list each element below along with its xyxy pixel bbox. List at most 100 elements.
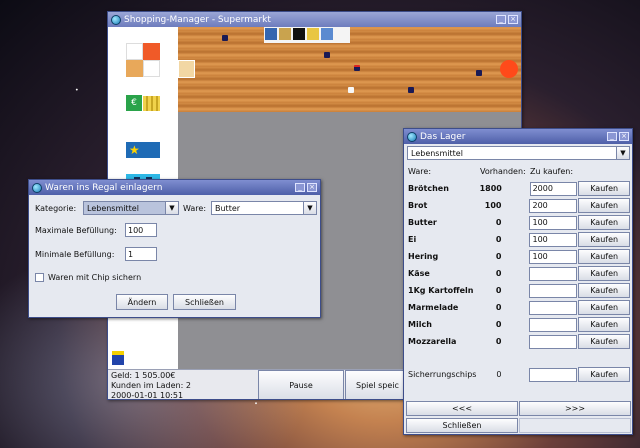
lager-item-row: Butter 0 100 Kaufen <box>408 214 630 231</box>
chips-buy-button[interactable]: Kaufen <box>578 367 630 382</box>
customer-sprite <box>354 65 360 71</box>
close-icon[interactable]: × <box>508 15 518 24</box>
lager-item-row: Ei 0 100 Kaufen <box>408 231 630 248</box>
chips-name: Sicherrungschips <box>408 370 477 379</box>
chips-have: 0 <box>496 370 502 379</box>
pause-button[interactable]: Pause <box>258 370 344 399</box>
lager-title: Das Lager <box>420 131 466 142</box>
item-buy-input[interactable]: 100 <box>529 249 578 264</box>
item-name: Mozzarella <box>408 337 457 346</box>
item-buy-button[interactable]: Kaufen <box>578 249 630 264</box>
item-buy-input[interactable] <box>529 300 578 315</box>
item-have: 0 <box>495 252 502 261</box>
customer-icon <box>112 351 124 365</box>
item-name: Ei <box>408 235 417 244</box>
chips-buy-input[interactable] <box>529 367 578 382</box>
empty-slot <box>519 418 631 433</box>
store-floor[interactable] <box>178 27 521 112</box>
shelf-tool-1[interactable] <box>126 43 160 77</box>
item-buy-button[interactable]: Kaufen <box>578 181 630 196</box>
minimize-icon[interactable]: _ <box>607 132 617 141</box>
lager-category-select[interactable]: Lebensmittel ▼ <box>407 146 630 160</box>
item-buy-input[interactable]: 100 <box>529 232 578 247</box>
customer-sprite <box>348 87 354 93</box>
item-have: 0 <box>495 337 502 346</box>
category-label: Kategorie: <box>35 203 77 213</box>
item-have: 0 <box>495 286 502 295</box>
item-name: Milch <box>408 320 432 329</box>
header-buy: Zu kaufen: <box>530 167 574 176</box>
category-select[interactable]: Lebensmittel ▼ <box>83 201 179 215</box>
app-icon <box>111 14 121 25</box>
item-name: Marmelade <box>408 303 459 312</box>
warehouse-window: Das Lager _ × Lebensmittel ▼ Ware: Vorha… <box>403 128 633 435</box>
chevron-down-icon: ▼ <box>165 202 178 214</box>
item-name: Hering <box>408 252 439 261</box>
lager-header-row: Ware: Vorhanden: Zu kaufen: <box>408 163 630 180</box>
dialog-close-button[interactable]: Schließen <box>173 294 236 310</box>
item-buy-input[interactable]: 100 <box>529 215 578 230</box>
customer-sprite <box>408 87 414 93</box>
item-buy-button[interactable]: Kaufen <box>578 334 630 349</box>
ware-select-value: Butter <box>215 203 241 213</box>
entrance-shelf[interactable] <box>178 60 195 78</box>
app-icon <box>32 182 42 193</box>
lager-item-row: Marmelade 0 Kaufen <box>408 299 630 316</box>
lager-item-row: Hering 0 100 Kaufen <box>408 248 630 265</box>
item-have: 0 <box>495 235 502 244</box>
lager-item-row: Brötchen 1800 2000 Kaufen <box>408 180 630 197</box>
ware-label: Ware: <box>183 203 207 213</box>
lager-item-row: 1Kg Kartoffeln 0 Kaufen <box>408 282 630 299</box>
item-buy-button[interactable]: Kaufen <box>578 215 630 230</box>
chevron-down-icon: ▼ <box>303 202 316 214</box>
item-buy-button[interactable]: Kaufen <box>578 317 630 332</box>
item-buy-button[interactable]: Kaufen <box>578 300 630 315</box>
min-fill-input[interactable]: 1 <box>125 247 157 261</box>
chevron-down-icon: ▼ <box>616 147 629 159</box>
item-buy-input[interactable] <box>529 334 578 349</box>
prev-page-button[interactable]: <<< <box>406 401 518 416</box>
top-shelf[interactable] <box>264 27 350 43</box>
item-buy-button[interactable]: Kaufen <box>578 198 630 213</box>
next-page-button[interactable]: >>> <box>519 401 631 416</box>
lager-item-row: Milch 0 Kaufen <box>408 316 630 333</box>
item-have: 0 <box>495 303 502 312</box>
minimize-icon[interactable]: _ <box>496 15 506 24</box>
max-fill-input[interactable]: 100 <box>125 223 157 237</box>
minimize-icon[interactable]: _ <box>295 183 305 192</box>
item-name: Brötchen <box>408 184 449 193</box>
lager-close-button[interactable]: Schließen <box>406 418 518 433</box>
dialog-titlebar[interactable]: Waren ins Regal einlagern _ × <box>29 180 320 195</box>
stock-shelf-dialog: Waren ins Regal einlagern _ × Kategorie:… <box>28 179 321 318</box>
shelf-tool-money[interactable]: € <box>126 95 160 113</box>
item-have: 0 <box>495 269 502 278</box>
shelf-tool-star[interactable]: ★ <box>126 142 160 160</box>
item-buy-button[interactable]: Kaufen <box>578 266 630 281</box>
shop-titlebar[interactable]: Shopping-Manager - Supermarkt _ × <box>108 12 521 27</box>
category-select-value: Lebensmittel <box>84 202 165 214</box>
max-fill-label: Maximale Befüllung: <box>35 225 117 235</box>
item-buy-input[interactable]: 200 <box>529 198 578 213</box>
item-name: 1Kg Kartoffeln <box>408 286 474 295</box>
item-have: 0 <box>495 218 502 227</box>
ware-select[interactable]: Butter ▼ <box>211 201 317 215</box>
header-have: Vorhanden: <box>480 167 526 176</box>
customer-sprite <box>222 35 228 41</box>
app-icon <box>407 131 417 142</box>
exit-marker <box>500 60 518 78</box>
close-icon[interactable]: × <box>307 183 317 192</box>
chips-row: Sicherrungschips 0 Kaufen <box>408 366 630 383</box>
header-ware: Ware: <box>408 167 432 176</box>
close-icon[interactable]: × <box>619 132 629 141</box>
item-buy-input[interactable] <box>529 317 578 332</box>
change-button[interactable]: Ändern <box>116 294 168 310</box>
item-buy-input[interactable] <box>529 266 578 281</box>
item-buy-input[interactable] <box>529 283 578 298</box>
shop-window-title: Shopping-Manager - Supermarkt <box>124 14 271 25</box>
chip-checkbox[interactable] <box>35 273 44 282</box>
lager-titlebar[interactable]: Das Lager _ × <box>404 129 632 144</box>
item-buy-input[interactable]: 2000 <box>529 181 578 196</box>
item-buy-button[interactable]: Kaufen <box>578 283 630 298</box>
item-name: Brot <box>408 201 428 210</box>
item-buy-button[interactable]: Kaufen <box>578 232 630 247</box>
